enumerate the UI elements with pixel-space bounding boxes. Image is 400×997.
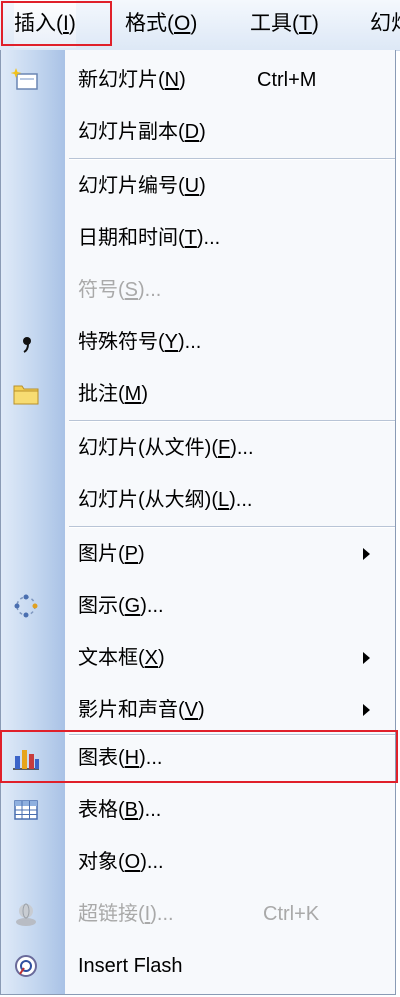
flash-icon	[15, 955, 37, 977]
menu-item-label: 日期和时间(T)...	[78, 227, 221, 249]
menu-item-slides-from-outline[interactable]: 幻灯片(从大纲)(L)...	[1, 474, 395, 526]
menu-item-slide-number[interactable]: 幻灯片编号(U)	[1, 160, 395, 212]
menu-item-label: 影片和声音(V)	[78, 699, 205, 721]
hyperlink-icon	[16, 903, 36, 926]
menu-item-comment[interactable]: 批注(M)	[1, 368, 395, 420]
insert-dropdown-menu: 新幻灯片(N) Ctrl+M 幻灯片副本(D) 幻灯片编号(U) 日期和时间(T…	[0, 50, 396, 995]
menu-item-diagram[interactable]: 图示(G)...	[1, 580, 395, 632]
chart-item-highlight-box	[0, 730, 398, 783]
menu-item-text-box[interactable]: 文本框(X)	[1, 632, 395, 684]
shortcut-label: Ctrl+M	[257, 69, 317, 91]
menu-item-label: 对象(O)...	[78, 851, 164, 873]
menu-item-hyperlink[interactable]: 超链接(I)... Ctrl+K	[1, 888, 395, 940]
menu-item-picture[interactable]: 图片(P)	[1, 528, 395, 580]
menu-item-label: 特殊符号(Y)...	[78, 331, 202, 353]
menu-item-label: 幻灯片(从大纲)(L)...	[78, 489, 253, 511]
shortcut-label: Ctrl+K	[263, 903, 320, 925]
special-symbol-icon	[23, 337, 31, 353]
menu-item-slides-from-file[interactable]: 幻灯片(从文件)(F)...	[1, 422, 395, 474]
menu-tools[interactable]: 工具(T)	[250, 0, 319, 48]
menu-item-label: 符号(S)...	[78, 279, 162, 301]
new-slide-icon	[11, 68, 38, 90]
menu-item-special-symbol[interactable]: 特殊符号(Y)...	[1, 316, 395, 368]
diagram-icon	[14, 594, 38, 618]
submenu-arrow-icon	[363, 704, 370, 716]
comment-icon	[13, 385, 39, 405]
menu-item-label: 超链接(I)...	[78, 903, 174, 925]
menu-format[interactable]: 格式(O)	[125, 0, 197, 48]
menu-item-duplicate-slide[interactable]: 幻灯片副本(D)	[1, 106, 395, 158]
menu-item-date-time[interactable]: 日期和时间(T)...	[1, 212, 395, 264]
table-icon	[14, 800, 38, 820]
submenu-arrow-icon	[363, 548, 370, 560]
insert-menu-highlight-box	[1, 1, 112, 46]
menu-item-insert-flash[interactable]: Insert Flash	[1, 940, 395, 992]
menu-item-movies-sounds[interactable]: 影片和声音(V)	[1, 684, 395, 736]
submenu-arrow-icon	[363, 652, 370, 664]
menu-item-table[interactable]: 表格(B)...	[1, 784, 395, 836]
menu-item-label: 幻灯片编号(U)	[78, 175, 206, 197]
menu-item-label: 幻灯片副本(D)	[78, 121, 206, 143]
menu-item-label: 批注(M)	[78, 383, 149, 405]
menu-item-label: 文本框(X)	[78, 647, 165, 669]
menu-item-label: 幻灯片(从文件)(F)...	[78, 437, 254, 459]
menu-slideshow[interactable]: 幻灯	[370, 0, 400, 48]
menu-item-object[interactable]: 对象(O)...	[1, 836, 395, 888]
menu-item-label: 新幻灯片(N)	[78, 69, 186, 91]
menu-item-label: 图片(P)	[78, 543, 145, 565]
menu-item-label: Insert Flash	[78, 955, 183, 977]
menu-item-new-slide[interactable]: 新幻灯片(N) Ctrl+M	[1, 54, 395, 106]
menu-item-label: 图示(G)...	[78, 595, 164, 617]
menu-item-symbol[interactable]: 符号(S)...	[1, 264, 395, 316]
menu-item-label: 表格(B)...	[78, 799, 162, 821]
